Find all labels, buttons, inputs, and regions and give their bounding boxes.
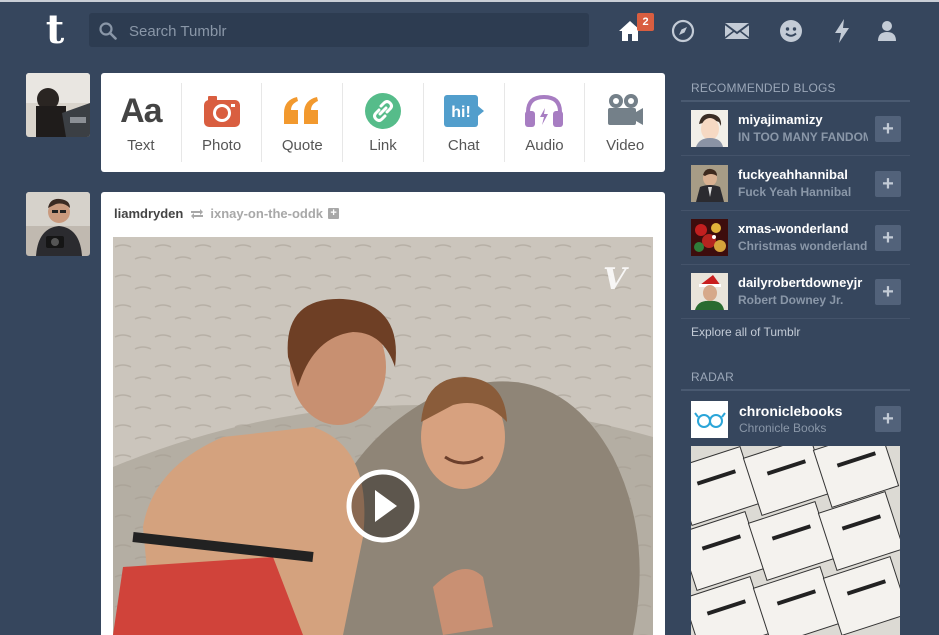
user-avatar[interactable] [26, 73, 90, 137]
radar-heading: RADAR [691, 370, 735, 384]
radar-post-image[interactable] [691, 446, 900, 635]
reblogged-from[interactable]: ixnay-on-the-oddk [210, 206, 323, 221]
recommended-blog[interactable]: dailyrobertdowneyjr Robert Downey Jr. + [681, 264, 910, 319]
video-camera-icon [606, 93, 644, 129]
blog-avatar[interactable] [691, 401, 728, 438]
post-video[interactable]: V [113, 237, 653, 635]
svg-text:V: V [603, 262, 629, 297]
follow-button[interactable]: + [875, 116, 901, 142]
post-type-chat[interactable]: hi! Chat [424, 83, 505, 162]
link-icon [365, 93, 402, 129]
messaging-icon[interactable] [777, 17, 805, 45]
post-type-label: Link [369, 137, 397, 154]
inbox-icon[interactable] [723, 17, 751, 45]
blog-title: Fuck Yeah Hannibal [738, 185, 852, 199]
recommended-blog[interactable]: fuckyeahhannibal Fuck Yeah Hannibal + [681, 156, 910, 211]
blog-name[interactable]: xmas-wonderland [738, 221, 878, 236]
recommended-blogs-heading: RECOMMENDED BLOGS [691, 81, 836, 95]
post-type-label: Text [127, 137, 155, 154]
post-type-quote[interactable]: Quote [262, 83, 344, 162]
recommended-blog[interactable]: xmas-wonderland Christmas wonderland + [681, 210, 910, 265]
divider [681, 389, 910, 391]
blog-name[interactable]: chroniclebooks [739, 403, 842, 419]
follow-button[interactable]: + [875, 171, 901, 197]
svg-text:hi!: hi! [451, 104, 471, 121]
post-type-link[interactable]: Link [343, 83, 424, 162]
blog-name[interactable]: dailyrobertdowneyjr [738, 275, 878, 290]
blog-name[interactable]: miyajimamizy [738, 112, 878, 127]
follow-button[interactable]: + [875, 406, 901, 432]
post-type-photo[interactable]: Photo [182, 83, 263, 162]
search-icon [99, 22, 117, 40]
radar-blog[interactable]: chroniclebooks Chronicle Books + [681, 400, 910, 440]
blog-name[interactable]: fuckyeahhannibal [738, 167, 878, 182]
home-notification-badge: 2 [637, 13, 654, 31]
blog-title: Chronicle Books [739, 421, 827, 435]
blog-title: IN TOO MANY FANDOMS [738, 130, 868, 144]
search-bar[interactable] [89, 13, 589, 49]
blog-title: Robert Downey Jr. [738, 293, 844, 307]
recommended-blog[interactable]: miyajimamizy IN TOO MANY FANDOMS + [681, 101, 910, 156]
blog-avatar[interactable] [691, 110, 728, 147]
tumblr-logo[interactable]: t [40, 10, 70, 50]
headphones-icon [524, 93, 564, 129]
post-type-video[interactable]: Video [585, 83, 665, 162]
post-type-label: Photo [201, 137, 242, 154]
post-type-audio[interactable]: Audio [505, 83, 586, 162]
camera-icon [203, 93, 241, 129]
blog-avatar[interactable] [691, 219, 728, 256]
quote-icon [282, 93, 322, 129]
dashboard-post: liamdryden ixnay-on-the-oddk + V [101, 192, 665, 635]
text-icon: Aa [120, 91, 162, 130]
activity-icon[interactable] [828, 17, 856, 45]
chat-icon: hi! [443, 93, 485, 129]
explore-link[interactable]: Explore all of Tumblr [691, 325, 800, 339]
account-icon[interactable] [873, 17, 901, 45]
post-type-text[interactable]: Aa Text [101, 83, 182, 162]
follow-button[interactable]: + [875, 279, 901, 305]
reblog-icon [191, 208, 204, 219]
blog-title: Christmas wonderland [738, 239, 868, 253]
post-type-label: Chat [447, 137, 480, 154]
post-type-label: Quote [281, 137, 323, 154]
explore-icon[interactable] [669, 17, 697, 45]
post-type-label: Audio [525, 137, 564, 154]
search-input[interactable] [127, 13, 571, 49]
browser-top-edge [0, 0, 939, 2]
follow-button[interactable]: + [875, 225, 901, 251]
post-composer: Aa Text Photo Quote Link hi! Chat Audio [101, 73, 665, 172]
post-type-label: Video [606, 137, 645, 154]
post-author-avatar[interactable] [26, 192, 90, 256]
post-author[interactable]: liamdryden [114, 206, 183, 221]
follow-reblog-source-button[interactable]: + [328, 208, 340, 219]
blog-avatar[interactable] [691, 273, 728, 310]
blog-avatar[interactable] [691, 165, 728, 202]
post-header: liamdryden ixnay-on-the-oddk + [114, 206, 340, 221]
